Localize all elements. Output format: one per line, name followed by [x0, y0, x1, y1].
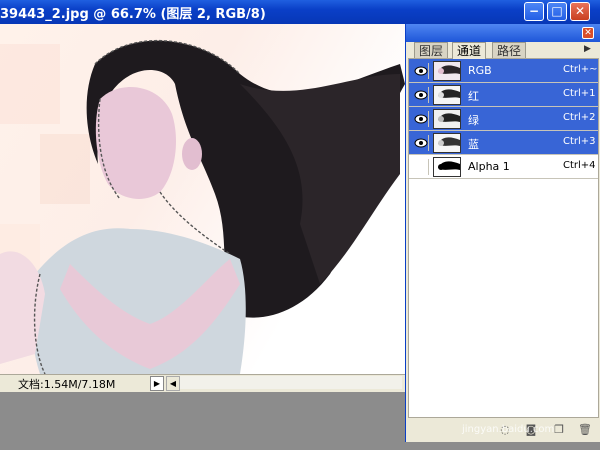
palette-titlebar[interactable]: ✕ [406, 24, 600, 42]
eye-icon[interactable] [413, 111, 429, 127]
palette-menu-icon[interactable]: ▶ [584, 44, 596, 56]
document-size-info: 文档:1.54M/7.18M [18, 378, 116, 391]
channel-shortcut: Ctrl+1 [563, 88, 596, 99]
channel-shortcut: Ctrl+4 [563, 160, 596, 171]
channel-shortcut: Ctrl+3 [563, 136, 596, 147]
delete-channel-icon[interactable]: 🗑 [578, 424, 592, 436]
eye-toggle-empty[interactable] [413, 159, 429, 175]
tab-layers[interactable]: 图层 [414, 42, 449, 58]
channel-row-green[interactable]: 绿 Ctrl+2 [409, 107, 598, 131]
eye-icon[interactable] [413, 63, 429, 79]
photo-illustration [0, 39, 405, 374]
close-button[interactable]: ✕ [570, 2, 590, 21]
channel-row-alpha-1[interactable]: Alpha 1 Ctrl+4 [409, 155, 598, 179]
channel-row-rgb[interactable]: RGB Ctrl+~ [409, 59, 598, 83]
eye-icon[interactable] [413, 87, 429, 103]
channel-thumbnail [433, 61, 461, 81]
channel-thumbnail [433, 133, 461, 153]
channel-name: 绿 [468, 114, 479, 127]
channel-name: 蓝 [468, 138, 479, 151]
channel-thumbnail [433, 157, 461, 177]
horizontal-scrollbar[interactable] [180, 376, 402, 389]
channel-shortcut: Ctrl+2 [563, 112, 596, 123]
channel-row-red[interactable]: 红 Ctrl+1 [409, 83, 598, 107]
palette-close-button[interactable]: ✕ [582, 27, 594, 39]
channel-list: RGB Ctrl+~ 红 Ctrl+1 绿 Ctrl+2 蓝 Ctrl+3 Al… [408, 58, 599, 418]
image-canvas[interactable] [0, 24, 405, 374]
channel-name: 红 [468, 90, 479, 103]
scroll-left-icon[interactable]: ◀ [166, 376, 180, 391]
tab-paths[interactable]: 路径 [492, 42, 527, 58]
channel-name: Alpha 1 [468, 160, 510, 173]
maximize-button[interactable]: □ [547, 2, 567, 21]
minimize-button[interactable]: − [524, 2, 544, 21]
channel-row-blue[interactable]: 蓝 Ctrl+3 [409, 131, 598, 155]
channel-thumbnail [433, 109, 461, 129]
channel-thumbnail [433, 85, 461, 105]
baidu-watermark: Bai 经验 [440, 386, 531, 411]
status-menu-arrow-icon[interactable]: ▶ [150, 376, 164, 391]
status-bar: 文档:1.54M/7.18M ▶ ◀ [0, 374, 405, 392]
eye-icon[interactable] [413, 135, 429, 151]
document-title: 39443_2.jpg @ 66.7% (图层 2, RGB/8) [0, 7, 266, 22]
tab-channels[interactable]: 通道 [452, 42, 487, 59]
channel-name: RGB [468, 64, 492, 77]
document-titlebar[interactable]: 39443_2.jpg @ 66.7% (图层 2, RGB/8) − □ ✕ [0, 0, 600, 24]
baidu-watermark-url: jingyan.baidu.com [462, 424, 555, 435]
channel-shortcut: Ctrl+~ [563, 64, 598, 75]
palette-tabs: 图层 通道 路径 [408, 42, 598, 59]
